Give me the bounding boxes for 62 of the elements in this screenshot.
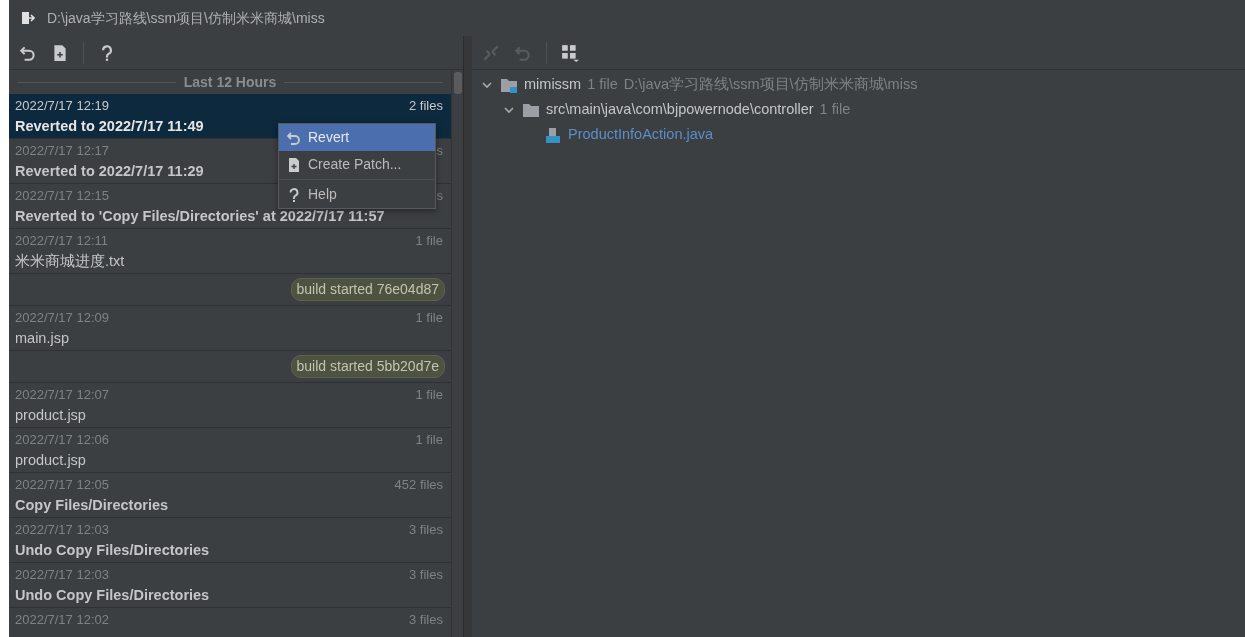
change-title: Undo Copy Files/Directories bbox=[15, 585, 210, 605]
file-count: 1 file bbox=[587, 74, 618, 94]
grid-icon bbox=[561, 43, 579, 62]
change-title: Undo Copy Files/Directories bbox=[15, 540, 210, 560]
file-count: 3 files bbox=[409, 611, 443, 629]
scrollbar-thumb[interactable] bbox=[454, 72, 462, 94]
menu-item[interactable]: Create Patch... bbox=[279, 151, 435, 178]
window-title: D:\java学习路线\ssm项目\仿制米米商城\miss bbox=[47, 8, 325, 28]
timestamp: 2022/7/17 12:07 bbox=[15, 386, 109, 404]
timestamp: 2022/7/17 12:15 bbox=[15, 187, 109, 205]
history-row[interactable]: 2022/7/17 12:03 3 files Undo Copy Files/Directories bbox=[9, 563, 451, 608]
file-count: 1 file bbox=[415, 232, 443, 250]
file-count: 1 file bbox=[415, 386, 443, 404]
file-name[interactable]: ProductInfoAction.java bbox=[568, 123, 714, 146]
menu-item[interactable]: Revert bbox=[279, 124, 435, 151]
timestamp: 2022/7/17 12:19 bbox=[15, 97, 109, 115]
file-count: 1 file bbox=[415, 309, 443, 327]
history-row[interactable]: 2022/7/17 12:11 1 file 米米商城进度.txt bbox=[9, 229, 451, 274]
timestamp: 2022/7/17 12:06 bbox=[15, 431, 109, 449]
timestamp: 2022/7/17 12:11 bbox=[15, 232, 108, 250]
history-row[interactable]: 2022/7/17 12:03 3 files Undo Copy Files/Directories bbox=[9, 518, 451, 563]
folder-name[interactable]: src\main\java\com\bjpowernode\controller bbox=[546, 98, 814, 121]
folder-path: D:\java学习路线\ssm项目\仿制米米商城\miss bbox=[623, 74, 918, 94]
history-row[interactable]: 2022/7/17 12:07 1 file product.jsp bbox=[9, 383, 451, 428]
arrows-icon bbox=[482, 43, 500, 62]
history-row[interactable]: 2022/7/17 12:06 1 file product.jsp bbox=[9, 428, 451, 473]
change-title: Copy Files/Directories bbox=[15, 495, 169, 515]
change-title: Reverted to 2022/7/17 11:29 bbox=[15, 161, 204, 181]
folder-name[interactable]: mimissm bbox=[524, 73, 582, 96]
file-count: 1 file bbox=[415, 431, 443, 449]
revert-icon bbox=[286, 129, 302, 146]
patch-icon bbox=[51, 43, 69, 62]
change-title: Reverted to 2022/7/17 11:49 bbox=[15, 116, 204, 136]
timestamp: 2022/7/17 12:05 bbox=[15, 476, 109, 494]
timestamp: 2022/7/17 12:02 bbox=[15, 611, 109, 629]
file-count: 452 files bbox=[394, 476, 443, 494]
window-icon bbox=[21, 11, 35, 25]
build-label: build started 5bb20d7e bbox=[290, 355, 445, 378]
build-label: build started 76e04d87 bbox=[290, 278, 445, 301]
module-folder-icon bbox=[500, 76, 518, 93]
timestamp: 2022/7/17 12:03 bbox=[15, 521, 109, 539]
change-title: product.jsp bbox=[15, 450, 86, 470]
change-title: 米米商城进度.txt bbox=[15, 251, 125, 271]
change-title: main.jsp bbox=[15, 328, 69, 348]
history-row[interactable]: 2022/7/17 12:09 1 file main.jsp bbox=[9, 306, 451, 351]
java-file-icon bbox=[544, 126, 562, 143]
change-title: Reverted to 'Copy Files/Directories' at 2022/7/17 11:57 bbox=[15, 206, 385, 226]
file-count: 3 files bbox=[409, 566, 443, 584]
change-title: product.jsp bbox=[15, 405, 86, 425]
file-count: 1 file bbox=[819, 99, 851, 119]
timestamp: 2022/7/17 12:09 bbox=[15, 309, 109, 327]
timestamp: 2022/7/17 12:17 bbox=[15, 142, 109, 160]
group-header: Last 12 Hours bbox=[183, 72, 277, 92]
file-count: 3 files bbox=[409, 521, 443, 539]
folder-icon bbox=[522, 101, 540, 118]
file-count: s bbox=[436, 187, 443, 205]
patch-icon bbox=[286, 156, 302, 173]
file-count: 2 files bbox=[409, 97, 443, 115]
timestamp: 2022/7/17 12:03 bbox=[15, 566, 109, 584]
history-row[interactable]: 2022/7/17 12:05 452 files Copy Files/Directories bbox=[9, 473, 451, 518]
menu-item[interactable]: Help bbox=[279, 181, 435, 208]
file-count: s bbox=[436, 142, 443, 160]
